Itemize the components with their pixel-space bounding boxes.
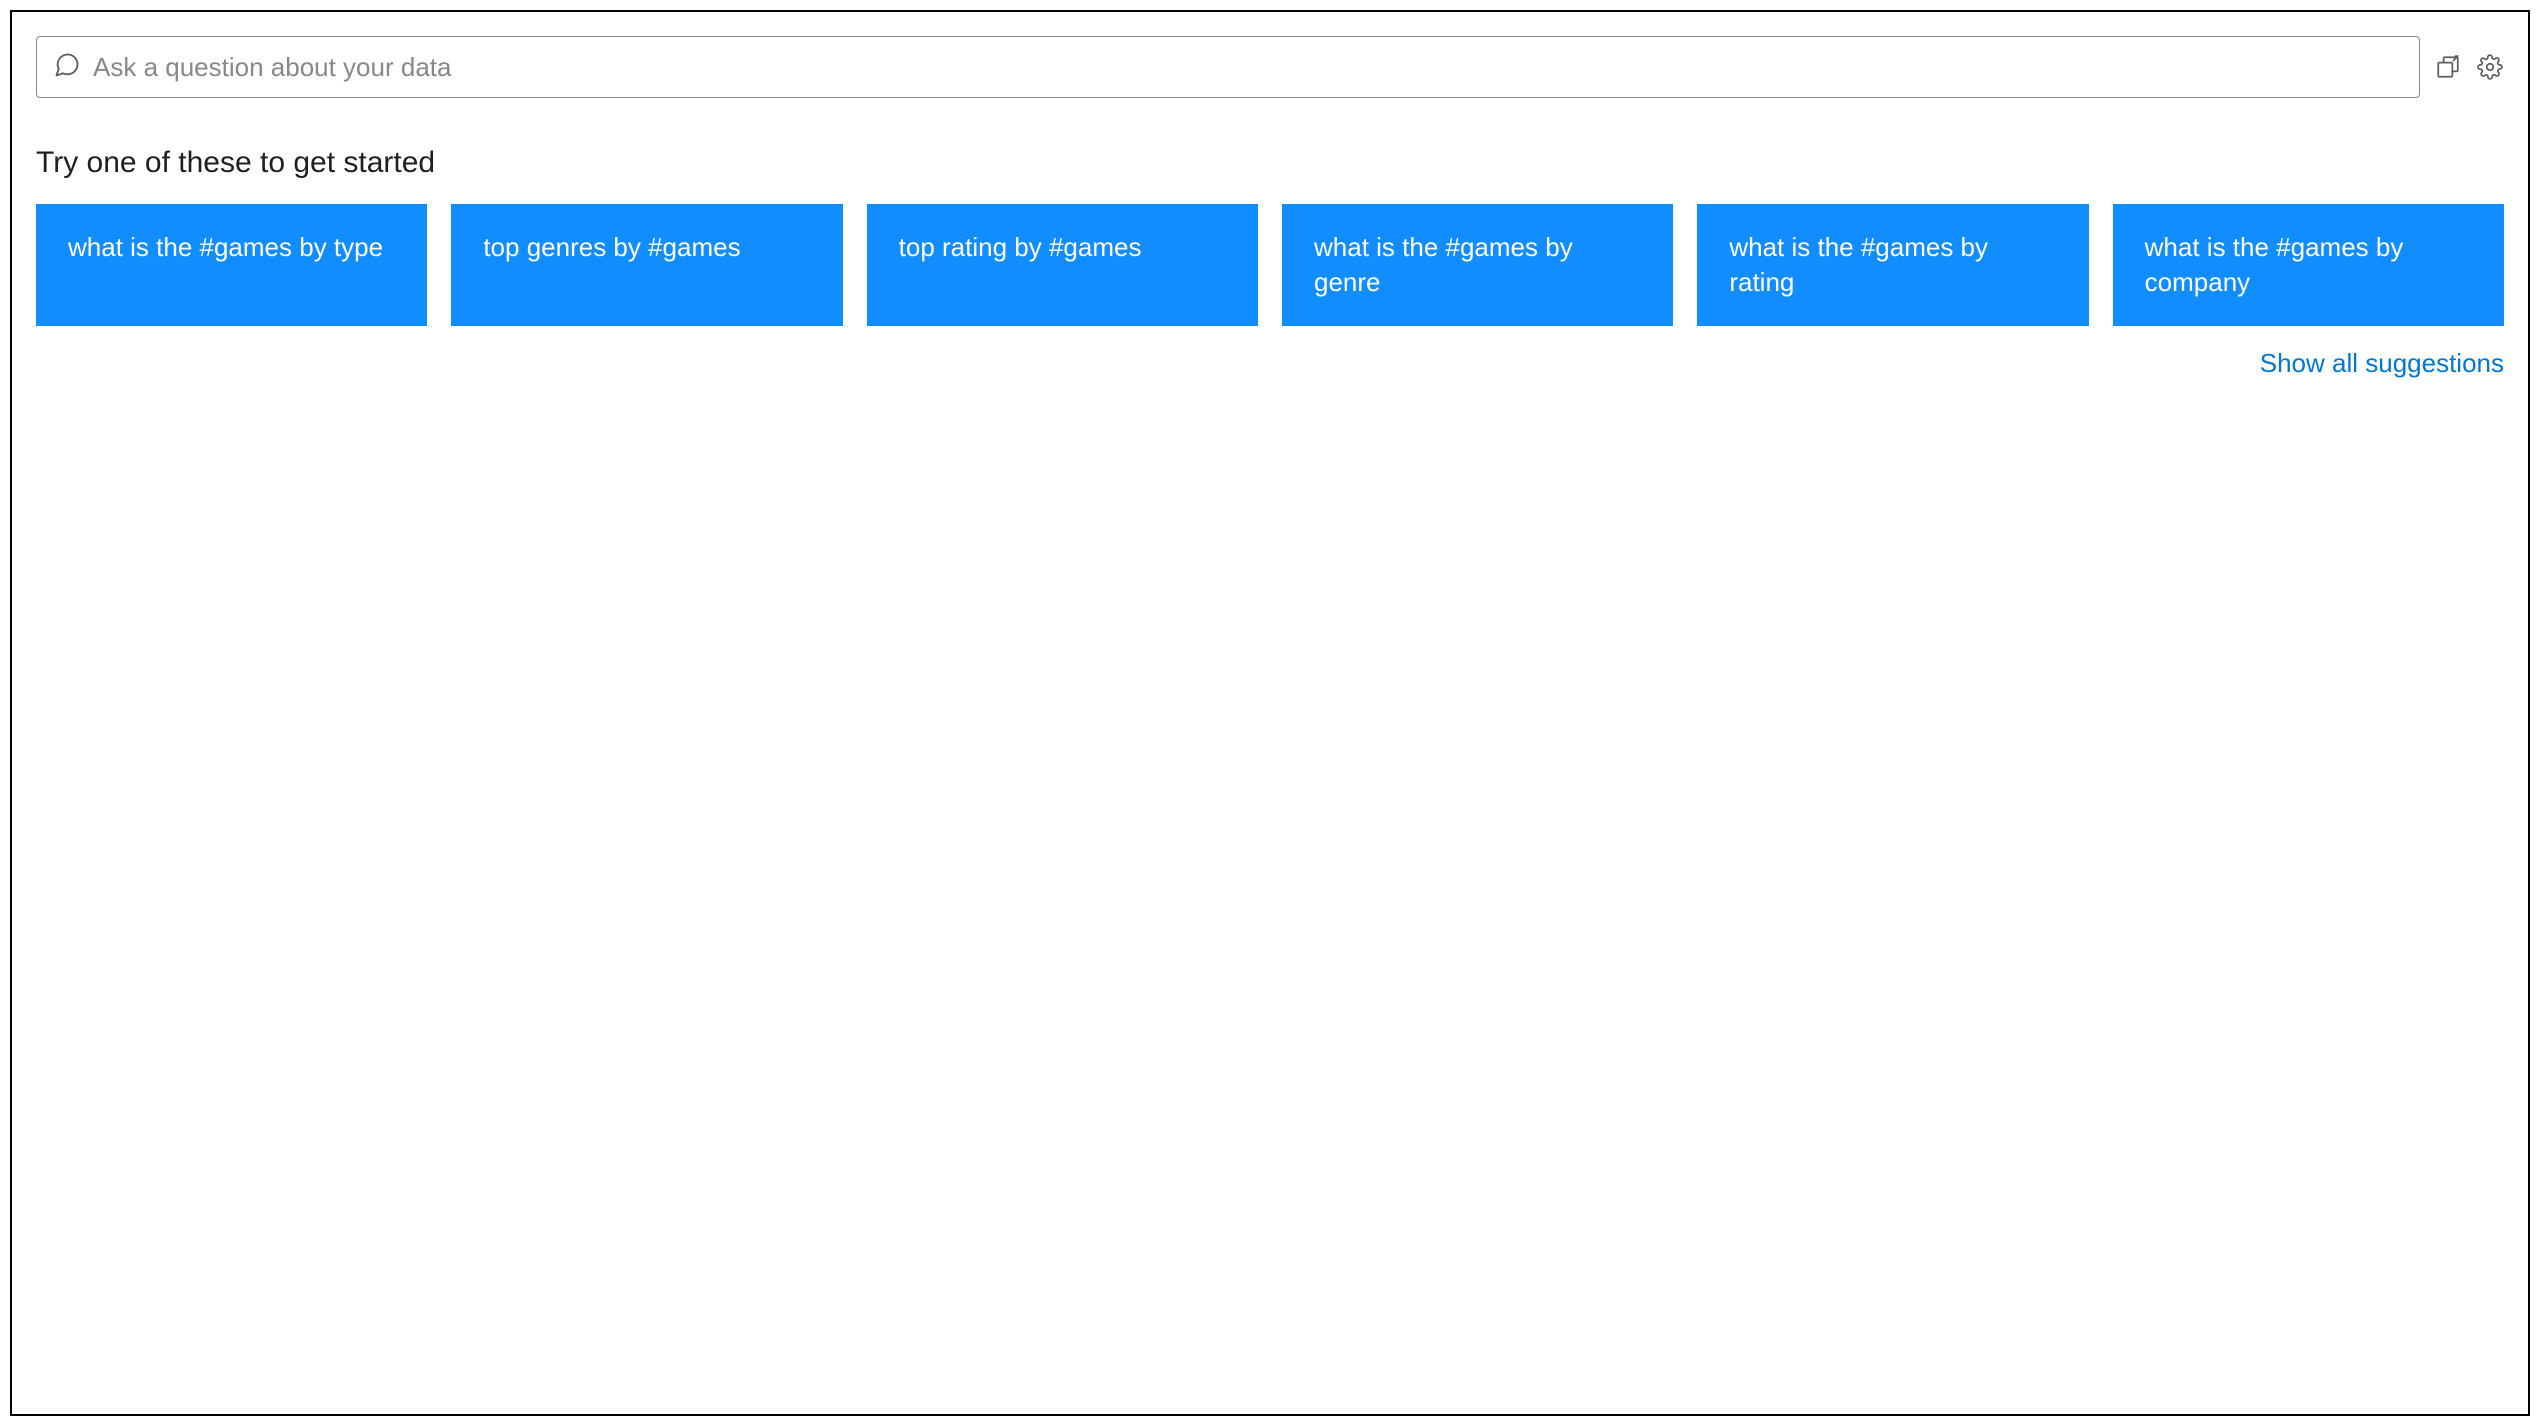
chat-icon bbox=[53, 51, 93, 84]
suggestion-label: what is the #games by rating bbox=[1729, 230, 2056, 300]
suggestion-card[interactable]: top rating by #games bbox=[867, 204, 1258, 326]
prompt-heading: Try one of these to get started bbox=[36, 146, 2504, 180]
suggestion-card[interactable]: what is the #games by genre bbox=[1282, 204, 1673, 326]
add-visual-icon[interactable] bbox=[2434, 53, 2462, 81]
gear-icon[interactable] bbox=[2476, 53, 2504, 81]
search-input[interactable] bbox=[93, 52, 2403, 83]
suggestion-label: top genres by #games bbox=[483, 230, 740, 265]
suggestion-card[interactable]: what is the #games by rating bbox=[1697, 204, 2088, 326]
search-box[interactable] bbox=[36, 36, 2420, 98]
qna-panel: Try one of these to get started what is … bbox=[10, 10, 2530, 1416]
suggestion-card[interactable]: what is the #games by company bbox=[2113, 204, 2504, 326]
search-row bbox=[36, 36, 2504, 98]
show-all-row: Show all suggestions bbox=[36, 348, 2504, 379]
suggestion-label: what is the #games by genre bbox=[1314, 230, 1641, 300]
suggestion-card[interactable]: what is the #games by type bbox=[36, 204, 427, 326]
show-all-suggestions-link[interactable]: Show all suggestions bbox=[2260, 348, 2504, 379]
suggestion-card[interactable]: top genres by #games bbox=[451, 204, 842, 326]
suggestion-label: what is the #games by type bbox=[68, 230, 383, 265]
suggestion-label: what is the #games by company bbox=[2145, 230, 2472, 300]
suggestion-label: top rating by #games bbox=[899, 230, 1142, 265]
suggestions-grid: what is the #games by type top genres by… bbox=[36, 204, 2504, 326]
